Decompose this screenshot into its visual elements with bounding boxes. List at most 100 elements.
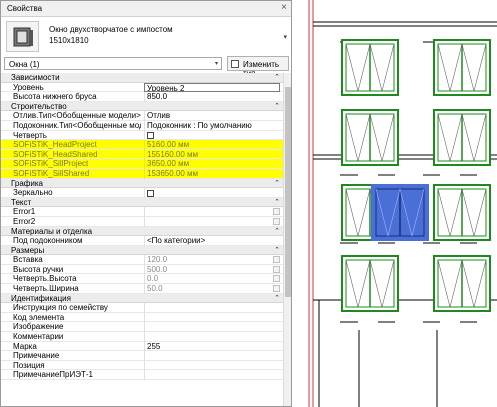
checkbox[interactable]: [147, 131, 154, 139]
property-row[interactable]: Error2: [1, 216, 283, 227]
property-row[interactable]: ПримечаниеПрИЭТ-1: [1, 370, 283, 380]
property-value-text: 850.0: [147, 92, 168, 102]
window[interactable]: [341, 255, 399, 312]
property-row[interactable]: Изображение: [1, 322, 283, 333]
section-header[interactable]: Идентификация ⌃: [1, 293, 283, 304]
property-name: Позиция: [13, 360, 45, 370]
property-value[interactable]: 0.0: [144, 274, 280, 285]
property-value[interactable]: 3650.00 мм: [144, 159, 280, 169]
property-row[interactable]: Примечание: [1, 351, 283, 361]
section-header[interactable]: Зависимости ⌃: [1, 73, 283, 83]
window[interactable]: [433, 39, 491, 96]
property-name: Уровень: [13, 82, 44, 92]
associate-parameter-button[interactable]: [273, 285, 280, 293]
property-row[interactable]: Марка 255: [1, 341, 283, 352]
property-value[interactable]: 5160.00 мм: [144, 140, 280, 150]
property-row[interactable]: SOFiSTiK_HeadShared 155160.00 мм: [1, 149, 283, 160]
property-row[interactable]: Комментарии: [1, 332, 283, 342]
collapse-icon[interactable]: ⌃: [274, 102, 280, 112]
associate-parameter-button[interactable]: [273, 208, 280, 216]
property-value[interactable]: [144, 216, 280, 227]
property-value[interactable]: 155160.00 мм: [144, 149, 280, 160]
properties-scrollbar[interactable]: [283, 73, 291, 406]
property-row[interactable]: Уровень Уровень 2: [1, 82, 283, 93]
associate-parameter-button[interactable]: [273, 256, 280, 264]
property-value[interactable]: [144, 322, 280, 333]
instance-filter-value: Окна (1): [9, 60, 40, 69]
property-row[interactable]: Инструкция по семейству: [1, 303, 283, 313]
close-icon[interactable]: ×: [281, 2, 287, 13]
window[interactable]: [433, 109, 491, 166]
property-name: Отлив.Тип<Обобщенные модели>: [13, 111, 141, 121]
associate-parameter-button[interactable]: [273, 217, 280, 225]
property-value[interactable]: [144, 360, 280, 371]
property-row[interactable]: Четверть.Ширина 50.0: [1, 284, 283, 294]
property-value[interactable]: [144, 332, 280, 342]
scrollbar-thumb[interactable]: [285, 87, 291, 297]
property-row[interactable]: SOFiSTiK_HeadProject 5160.00 мм: [1, 140, 283, 150]
property-row[interactable]: Error1: [1, 207, 283, 217]
property-row[interactable]: Высота ручки 500.0: [1, 264, 283, 275]
property-value[interactable]: 153650.00 мм: [144, 168, 280, 179]
property-row[interactable]: Код элемента: [1, 312, 283, 323]
section-title: Размеры: [11, 245, 45, 255]
instance-filter-dropdown[interactable]: Окна (1) ▾: [4, 57, 222, 70]
collapse-icon[interactable]: ⌃: [274, 294, 280, 304]
property-value[interactable]: Подоконник : По умолчанию: [144, 120, 280, 131]
chevron-down-icon[interactable]: ▾: [283, 33, 287, 41]
property-row[interactable]: SOFiSTiK_SillProject 3650.00 мм: [1, 159, 283, 169]
property-value[interactable]: <По категории>: [144, 236, 280, 246]
property-value[interactable]: Отлив: [144, 111, 280, 121]
property-value[interactable]: 50.0: [144, 284, 280, 294]
property-value-text: 50.0: [147, 284, 163, 294]
properties-panel: Свойства × Окно двухстворчатое с импосто…: [0, 0, 292, 407]
property-value[interactable]: [144, 351, 280, 361]
checkbox[interactable]: [147, 189, 154, 197]
property-value[interactable]: [144, 312, 280, 323]
property-row[interactable]: SOFiSTiK_SillShared 153650.00 мм: [1, 168, 283, 179]
section-title: Идентификация: [11, 293, 71, 303]
associate-parameter-button[interactable]: [273, 265, 280, 273]
window[interactable]: [341, 109, 399, 166]
property-value[interactable]: [144, 303, 280, 313]
window[interactable]: [341, 39, 399, 96]
property-row[interactable]: Вставка 120.0: [1, 255, 283, 265]
section-header[interactable]: Размеры ⌃: [1, 245, 283, 256]
property-row[interactable]: Зеркально: [1, 188, 283, 198]
property-row[interactable]: Подоконник.Тип<Обобщенные моде... Подокон…: [1, 120, 283, 131]
property-value[interactable]: [144, 188, 280, 198]
property-value[interactable]: 500.0: [144, 264, 280, 275]
window[interactable]: [433, 184, 491, 241]
property-name: Марка: [13, 341, 37, 351]
property-row[interactable]: Под подоконником <По категории>: [1, 236, 283, 246]
collapse-icon[interactable]: ⌃: [274, 246, 280, 256]
property-row[interactable]: Четверть: [1, 130, 283, 141]
property-row[interactable]: Четверть.Высота 0.0: [1, 274, 283, 285]
property-name: Изображение: [13, 322, 64, 332]
property-row[interactable]: Позиция: [1, 360, 283, 371]
section-header[interactable]: Графика ⌃: [1, 178, 283, 189]
type-selector[interactable]: Окно двухстворчатое с импостом 1510x1810…: [1, 18, 291, 54]
window[interactable]: [433, 255, 491, 312]
property-value[interactable]: 850.0: [144, 92, 280, 102]
section-header[interactable]: Текст ⌃: [1, 197, 283, 208]
collapse-icon[interactable]: ⌃: [274, 227, 280, 237]
selected-window[interactable]: [371, 184, 429, 241]
property-value[interactable]: [144, 130, 280, 141]
collapse-icon[interactable]: ⌃: [274, 179, 280, 189]
section-header[interactable]: Строительство ⌃: [1, 101, 283, 112]
property-value[interactable]: [144, 370, 280, 380]
edit-type-button[interactable]: Изменить тип: [227, 56, 289, 78]
property-value[interactable]: 255: [144, 341, 280, 352]
section-header[interactable]: Материалы и отделка ⌃: [1, 226, 283, 237]
property-value-text: 3650.00 мм: [147, 159, 190, 169]
property-value[interactable]: [144, 207, 280, 217]
property-name: Четверть.Высота: [13, 274, 77, 284]
property-row[interactable]: Отлив.Тип<Обобщенные модели> Отлив: [1, 111, 283, 121]
property-value[interactable]: 120.0: [144, 255, 280, 265]
collapse-icon[interactable]: ⌃: [274, 198, 280, 208]
property-value[interactable]: Уровень 2: [144, 82, 280, 93]
property-row[interactable]: Высота нижнего бруса 850.0: [1, 92, 283, 102]
associate-parameter-button[interactable]: [273, 275, 280, 283]
collapse-icon[interactable]: ⌃: [274, 73, 280, 83]
